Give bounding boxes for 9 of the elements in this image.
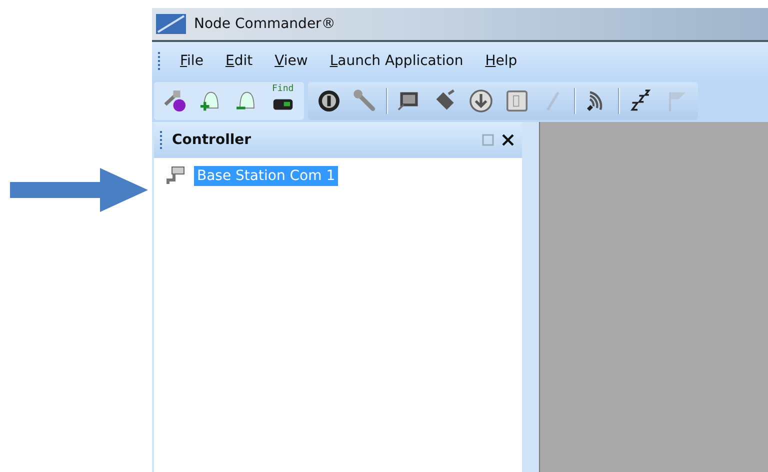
menu-item[interactable]: Help — [481, 51, 522, 71]
panel-title: Controller — [172, 132, 252, 148]
app-icon — [156, 14, 186, 34]
menu-item[interactable]: View — [270, 51, 312, 71]
menu-item[interactable]: File — [176, 51, 208, 71]
menu-item[interactable]: Launch Application — [326, 51, 468, 71]
window-title: Node Commander® — [194, 16, 336, 32]
close-icon[interactable] — [502, 134, 514, 146]
menu-item[interactable]: Edit — [221, 51, 257, 71]
